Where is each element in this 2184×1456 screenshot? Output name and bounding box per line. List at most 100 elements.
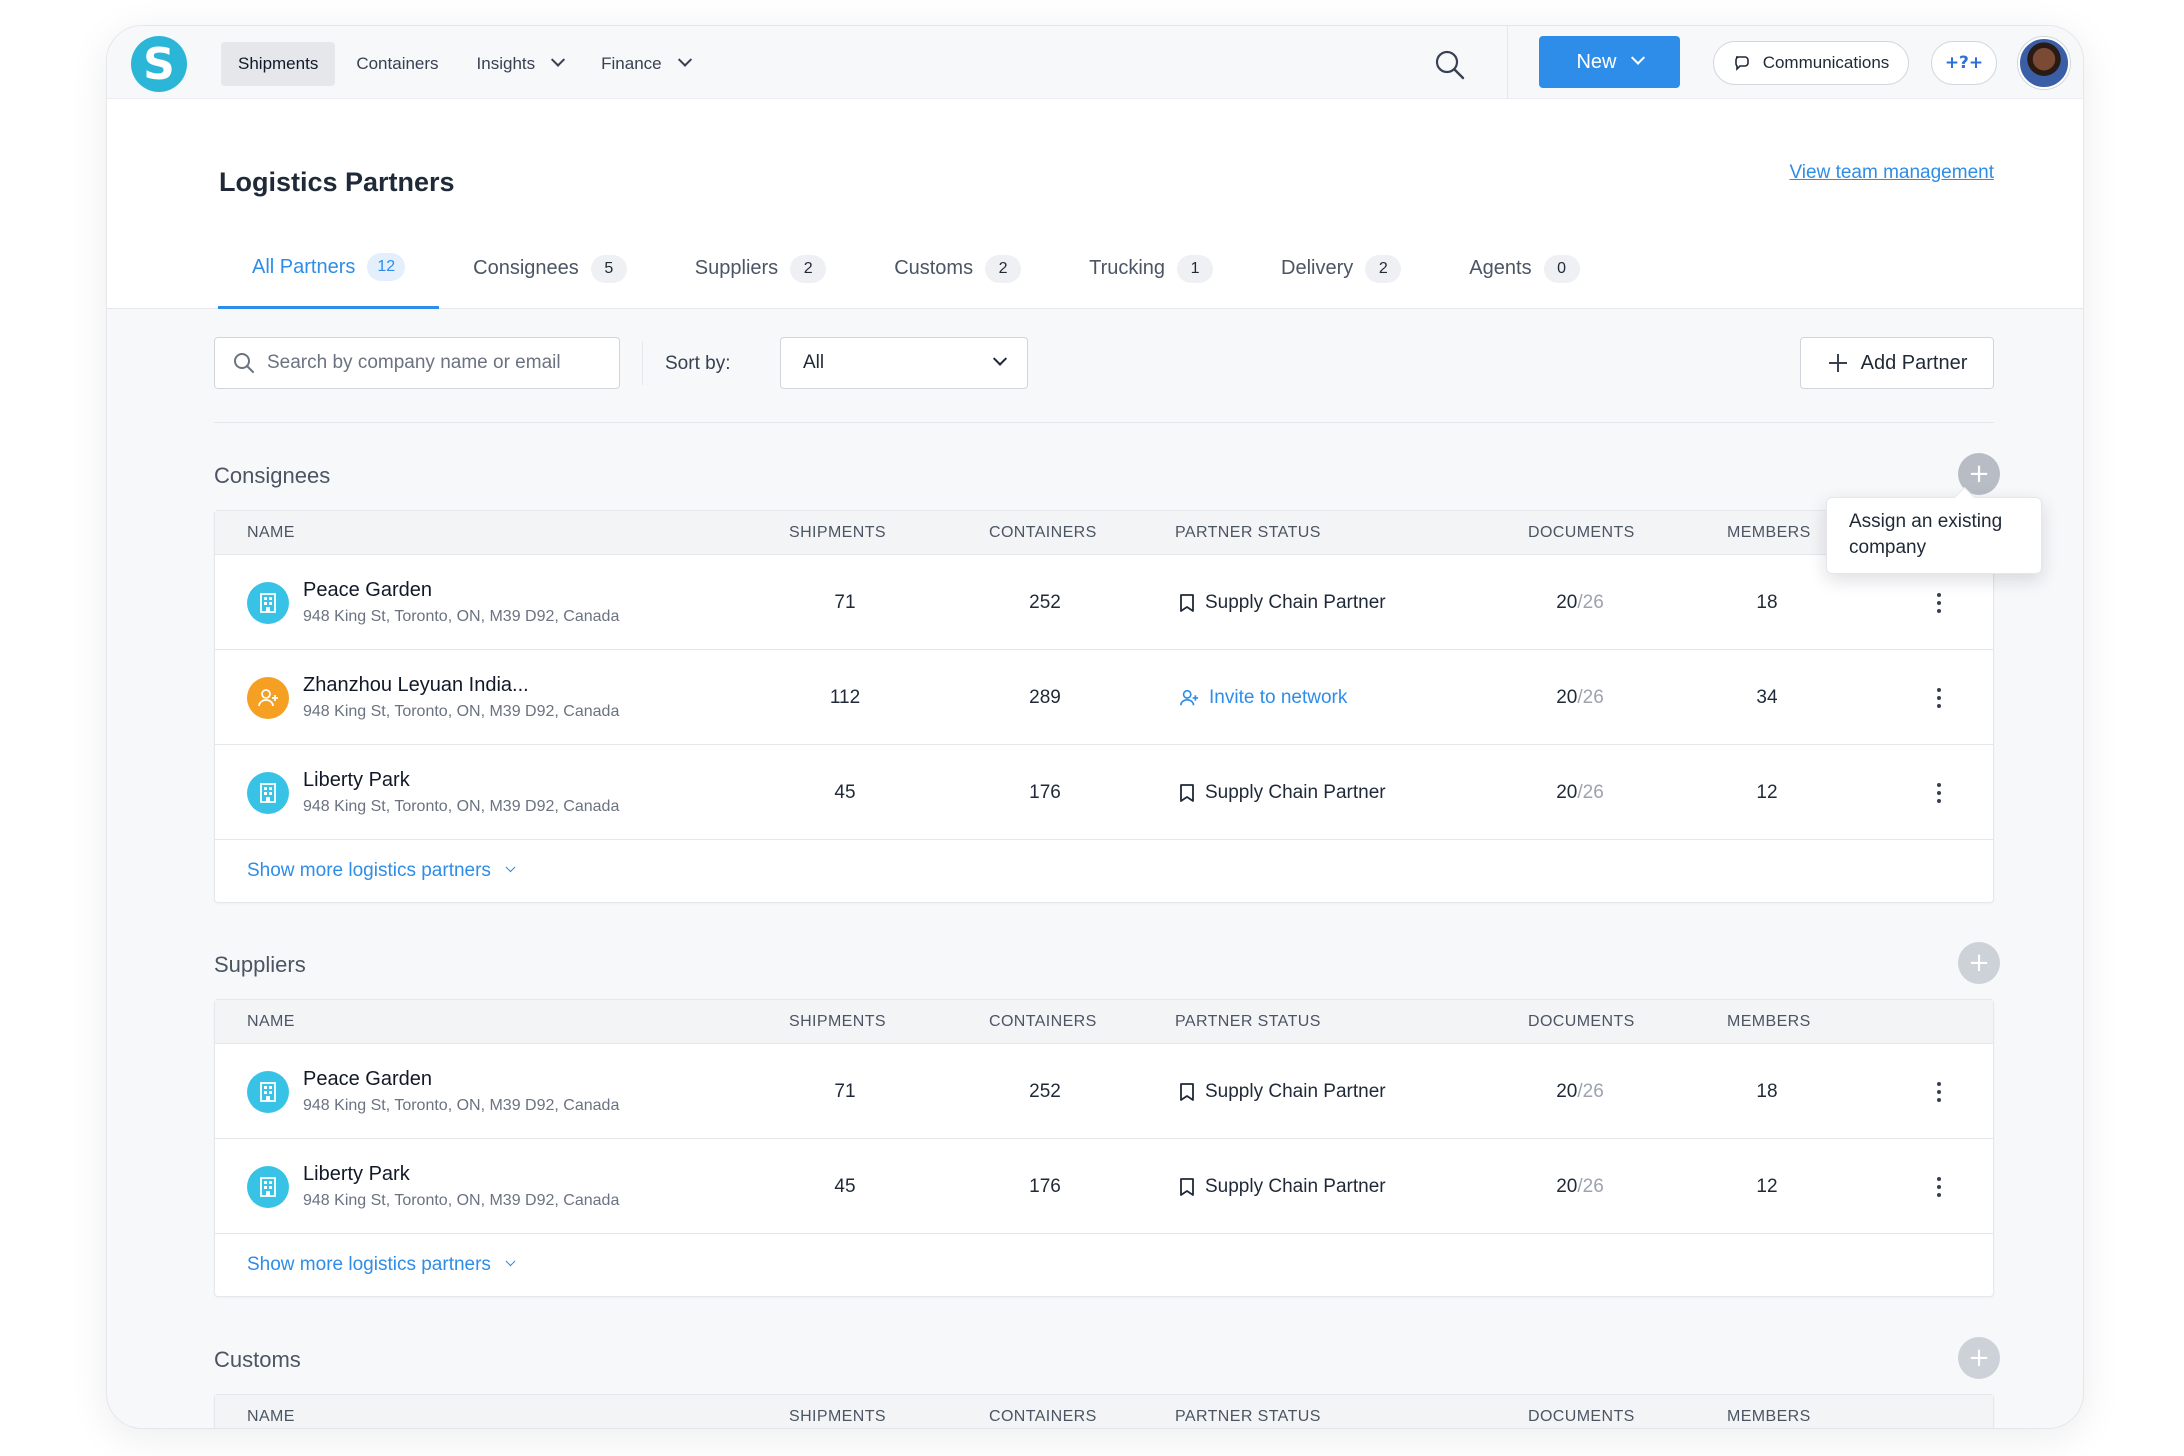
nav-finance[interactable]: Finance: [584, 42, 706, 86]
new-button[interactable]: New: [1539, 36, 1680, 88]
page-title: Logistics Partners: [219, 167, 455, 197]
avatar[interactable]: [2018, 37, 2070, 89]
tab-customs[interactable]: Customs 2: [860, 228, 1055, 309]
nav-finance-label: Finance: [601, 54, 662, 73]
company-address: 948 King St, Toronto, ON, M39 D92, Canad…: [303, 703, 620, 720]
containers-cell: 176: [1029, 1175, 1061, 1197]
docs-total: /26: [1577, 1080, 1604, 1102]
tab-count: 2: [1365, 254, 1402, 283]
bookmark-icon: [1180, 593, 1194, 612]
shipments-cell: 45: [834, 1175, 856, 1197]
col-partner-status: PARTNER STATUS: [1175, 524, 1321, 541]
assign-company-button[interactable]: +: [1958, 942, 2000, 984]
name-block: Liberty Park 948 King St, Toronto, ON, M…: [303, 769, 619, 816]
col-members: MEMBERS: [1727, 1013, 1811, 1030]
nav-containers-label: Containers: [356, 54, 439, 73]
show-more-link[interactable]: Show more logistics partners: [215, 1234, 1993, 1296]
company-name[interactable]: Peace Garden: [303, 579, 619, 602]
company-name[interactable]: Liberty Park: [303, 1163, 619, 1186]
section-title-consignees: Consignees: [214, 463, 331, 488]
company-address: 948 King St, Toronto, ON, M39 D92, Canad…: [303, 1097, 620, 1114]
search-placeholder: Search by company name or email: [267, 352, 561, 373]
shipments-cell: 71: [834, 1080, 856, 1102]
table-header: NAME SHIPMENTS CONTAINERS PARTNER STATUS…: [215, 1395, 1993, 1428]
shipments-cell: 112: [829, 686, 861, 708]
toolbar-divider: [642, 341, 643, 385]
company-name[interactable]: Zhanzhou Leyuan India...: [303, 674, 619, 697]
documents-cell: 20/26: [1535, 555, 1625, 650]
communications-label: Communications: [1762, 53, 1890, 72]
docs-total: /26: [1577, 781, 1604, 803]
table-row[interactable]: Zhanzhou Leyuan India... 948 King St, To…: [215, 650, 1993, 745]
search-input[interactable]: Search by company name or email: [214, 337, 620, 389]
page-header: Logistics Partners View team management …: [107, 99, 2083, 309]
tab-delivery[interactable]: Delivery 2: [1247, 228, 1435, 309]
section-title-suppliers: Suppliers: [214, 952, 306, 977]
company-name[interactable]: Peace Garden: [303, 1068, 619, 1091]
status-cell: Supply Chain Partner: [1179, 745, 1386, 840]
tab-label: Trucking: [1089, 257, 1166, 279]
building-icon: [247, 771, 289, 814]
col-name: NAME: [247, 1013, 295, 1030]
more-options-icon[interactable]: [1927, 745, 1951, 840]
company-address: 948 King St, Toronto, ON, M39 D92, Canad…: [303, 1192, 620, 1209]
name-block: Zhanzhou Leyuan India... 948 King St, To…: [303, 674, 619, 721]
show-more-label: Show more logistics partners: [247, 860, 491, 881]
nav-shipments[interactable]: Shipments: [221, 42, 336, 86]
documents-cell: 20/26: [1535, 650, 1625, 745]
show-more-label: Show more logistics partners: [247, 1254, 491, 1275]
col-containers: CONTAINERS: [989, 1408, 1097, 1425]
docs-done: 20: [1556, 591, 1578, 613]
more-options-icon[interactable]: [1927, 1044, 1951, 1139]
add-partner-button[interactable]: Add Partner: [1800, 337, 1994, 389]
tab-count: 2: [790, 254, 827, 283]
bookmark-icon: [1180, 1082, 1194, 1101]
assign-company-button[interactable]: +: [1958, 1337, 2000, 1379]
chevron-down-icon: [992, 351, 1008, 366]
help-button[interactable]: +?+: [1931, 41, 1997, 85]
company-address: 948 King St, Toronto, ON, M39 D92, Canad…: [303, 608, 620, 625]
tab-trucking[interactable]: Trucking 1: [1055, 228, 1247, 309]
search-icon[interactable]: [1433, 48, 1467, 82]
show-more-link[interactable]: Show more logistics partners: [215, 840, 1993, 902]
table-row[interactable]: Peace Garden 948 King St, Toronto, ON, M…: [215, 555, 1993, 650]
tab-agents[interactable]: Agents 0: [1435, 228, 1613, 309]
col-containers: CONTAINERS: [989, 1013, 1097, 1030]
nav-insights[interactable]: Insights: [460, 42, 581, 86]
name-block: Peace Garden 948 King St, Toronto, ON, M…: [303, 579, 619, 626]
tab-suppliers[interactable]: Suppliers 2: [661, 228, 860, 309]
company-name[interactable]: Liberty Park: [303, 769, 619, 792]
shipments-cell: 71: [834, 591, 856, 613]
sort-select[interactable]: All: [780, 337, 1028, 389]
more-options-icon[interactable]: [1927, 1139, 1951, 1234]
logo[interactable]: S: [131, 36, 187, 92]
section-title-customs: Customs: [214, 1347, 301, 1372]
documents-cell: 20/26: [1535, 745, 1625, 840]
docs-done: 20: [1556, 686, 1578, 708]
view-team-management-link[interactable]: View team management: [1789, 162, 1994, 184]
col-members: MEMBERS: [1727, 1408, 1811, 1425]
app-window: S Shipments Containers Insights Finance …: [106, 25, 2084, 1429]
tab-all-partners[interactable]: All Partners 12: [218, 228, 440, 309]
chevron-down-icon: [677, 52, 692, 67]
table-header: NAME SHIPMENTS CONTAINERS PARTNER STATUS…: [215, 511, 1993, 555]
members-cell: 18: [1756, 591, 1778, 613]
communications-button[interactable]: Communications: [1713, 41, 1909, 85]
status-label: Supply Chain Partner: [1205, 781, 1386, 803]
tab-count: 12: [367, 253, 406, 281]
chevron-down-icon: [551, 52, 566, 67]
table-row[interactable]: Liberty Park 948 King St, Toronto, ON, M…: [215, 745, 1993, 840]
status-cell: Supply Chain Partner: [1179, 1044, 1386, 1139]
table-row[interactable]: Liberty Park 948 King St, Toronto, ON, M…: [215, 1139, 1993, 1234]
tab-consignees[interactable]: Consignees 5: [439, 228, 661, 309]
nav-containers[interactable]: Containers: [339, 42, 455, 86]
plus-icon: [1828, 354, 1847, 372]
invite-to-network-link[interactable]: Invite to network: [1179, 650, 1347, 745]
col-members: MEMBERS: [1727, 524, 1811, 541]
nav-insights-label: Insights: [476, 54, 536, 73]
toolbar: Search by company name or email Sort by:…: [214, 313, 1994, 423]
table-row[interactable]: Peace Garden 948 King St, Toronto, ON, M…: [215, 1044, 1993, 1139]
consignees-table: NAME SHIPMENTS CONTAINERS PARTNER STATUS…: [214, 510, 1994, 903]
col-shipments: SHIPMENTS: [789, 1408, 886, 1425]
more-options-icon[interactable]: [1927, 650, 1951, 745]
